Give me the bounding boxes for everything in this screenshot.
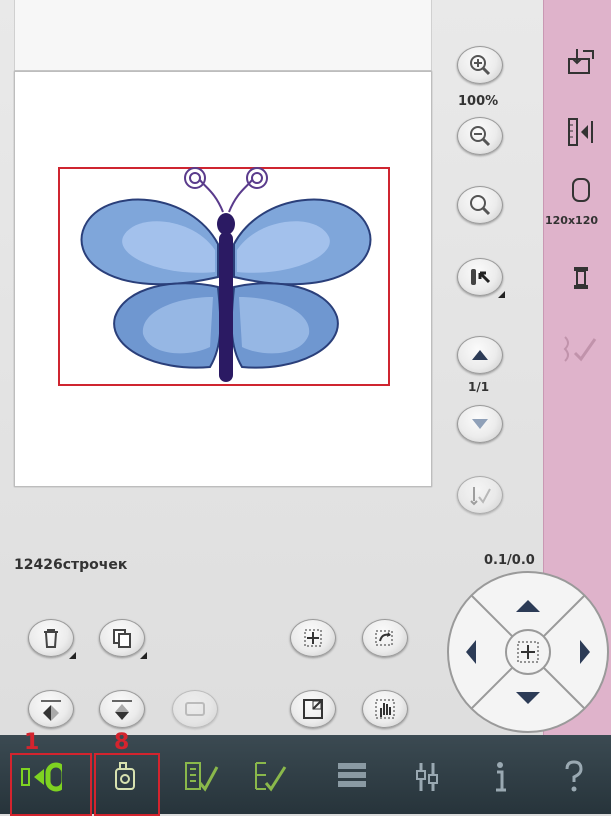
triangle-down-icon xyxy=(472,419,488,429)
annotation-box-1 xyxy=(10,753,92,816)
delete-button[interactable] xyxy=(28,619,76,659)
zoom-in-icon xyxy=(470,55,491,76)
trash-icon xyxy=(44,629,58,648)
load-icon[interactable] xyxy=(563,42,599,82)
mirror-end-button[interactable] xyxy=(99,690,145,728)
color-blocks-icon[interactable] xyxy=(330,752,374,802)
scale-icon xyxy=(303,699,323,719)
move-to-center-button[interactable] xyxy=(290,619,336,657)
hoop-icon[interactable] xyxy=(563,176,599,204)
stitch-edit-icon[interactable] xyxy=(560,328,602,368)
pan-hand-button[interactable] xyxy=(362,690,408,728)
page-up-button[interactable] xyxy=(457,336,503,374)
center-move-icon xyxy=(304,629,322,647)
hoop-size-label: 120x120 xyxy=(545,214,599,227)
arrow-cursor-icon xyxy=(471,269,491,285)
zoom-out-icon xyxy=(470,126,491,147)
zoom-to-fit-button[interactable] xyxy=(457,186,503,224)
page-down-button[interactable] xyxy=(457,405,503,443)
settings-icon[interactable] xyxy=(405,752,449,802)
stitch-meter-icon[interactable] xyxy=(563,112,599,152)
disabled-icon xyxy=(185,702,205,716)
info-icon[interactable] xyxy=(478,752,522,802)
stitch-out-alt-icon[interactable] xyxy=(250,752,294,802)
mirror-side-button[interactable] xyxy=(28,690,74,728)
zoom-out-button[interactable] xyxy=(457,117,503,155)
annotation-box-8 xyxy=(94,753,160,816)
pan-select-button[interactable] xyxy=(457,258,505,298)
embroidery-canvas[interactable] xyxy=(14,71,432,487)
butterfly-design[interactable] xyxy=(15,72,431,486)
stitch-out-icon[interactable] xyxy=(180,752,224,802)
zoom-level: 100% xyxy=(458,94,499,109)
position-readout: 0.1/0.0 xyxy=(484,553,535,568)
magnifier-icon xyxy=(470,195,491,216)
duplicate-button[interactable] xyxy=(99,619,147,659)
stitch-check-icon xyxy=(470,487,491,506)
mirror-end-icon xyxy=(112,700,132,720)
scale-button[interactable] xyxy=(290,690,336,728)
rotate-icon xyxy=(375,630,393,646)
annotation-number-1: 1 xyxy=(24,730,40,755)
confirm-button[interactable] xyxy=(457,476,503,514)
help-icon[interactable] xyxy=(552,752,596,802)
hand-icon xyxy=(375,699,395,719)
annotation-number-8: 8 xyxy=(114,730,130,755)
canvas-top-strip xyxy=(14,0,432,71)
rotate-button[interactable] xyxy=(362,619,408,657)
mirror-side-icon xyxy=(41,700,61,721)
directional-wheel[interactable] xyxy=(444,568,611,737)
zoom-in-button[interactable] xyxy=(457,46,503,84)
page-indicator: 1/1 xyxy=(468,380,490,394)
thread-spool-icon[interactable] xyxy=(563,260,599,296)
stitch-count: 12426строчек xyxy=(14,557,128,573)
duplicate-icon xyxy=(113,629,131,648)
disabled-button[interactable] xyxy=(172,690,218,728)
triangle-up-icon xyxy=(472,350,488,360)
